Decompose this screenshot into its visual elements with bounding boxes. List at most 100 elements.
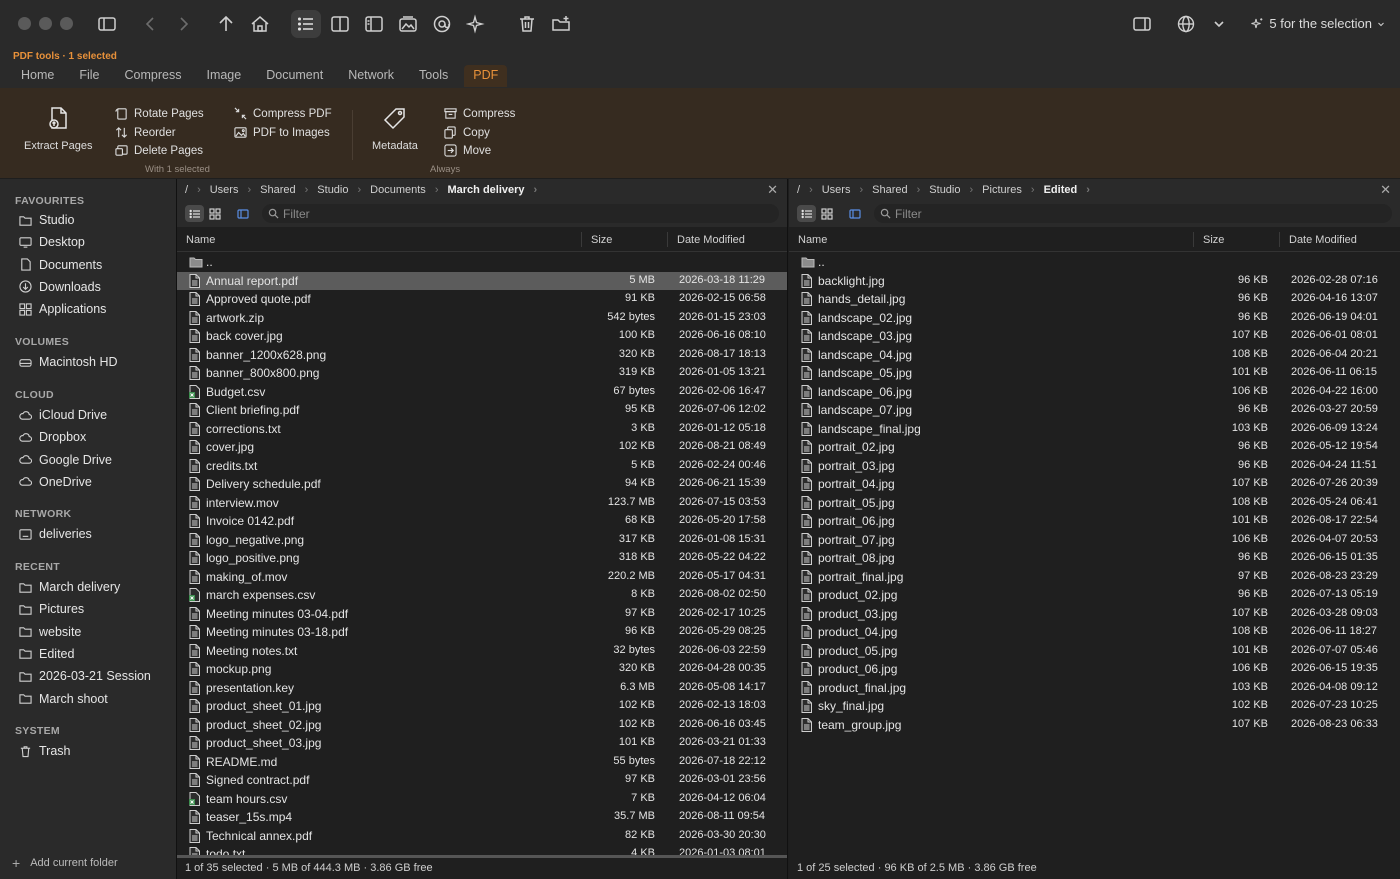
move-button[interactable]: Move (444, 144, 491, 157)
chevron-down-icon[interactable] (1205, 10, 1233, 38)
file-row[interactable]: product_sheet_01.jpg 102 KB 2026-02-13 18:… (177, 697, 787, 716)
breadcrumb-item[interactable]: March delivery › (447, 184, 546, 196)
compress-button[interactable]: Compress (444, 107, 515, 120)
file-row[interactable]: Meeting minutes 03-04.pdf 97 KB 2026-02-17… (177, 605, 787, 624)
sidebar-item-pictures[interactable]: Pictures (19, 602, 84, 616)
file-row[interactable]: banner_1200x628.png 320 KB 2026-08-17 18:1… (177, 346, 787, 365)
file-row[interactable]: interview.mov 123.7 MB 2026-07-15 03:53 (177, 494, 787, 513)
sidebar-item-dropbox[interactable]: Dropbox (19, 430, 86, 444)
file-row[interactable]: Invoice 0142.pdf 68 KB 2026-05-20 17:58 (177, 512, 787, 531)
reorder-button[interactable]: Reorder (115, 126, 176, 139)
breadcrumb-item[interactable]: Edited › (1044, 184, 1099, 196)
file-row[interactable]: landscape_02.jpg 96 KB 2026-06-19 04:01 (789, 309, 1400, 328)
file-row[interactable]: logo_positive.png 318 KB 2026-05-22 04:22 (177, 549, 787, 568)
metadata-button[interactable]: Metadata (372, 106, 418, 152)
grid-view-icon[interactable] (205, 205, 224, 222)
file-row[interactable]: portrait_02.jpg 96 KB 2026-05-12 19:54 (789, 438, 1400, 457)
forward-icon[interactable] (169, 10, 197, 38)
breadcrumb-item[interactable]: Shared › (872, 184, 929, 196)
file-row[interactable]: Technical annex.pdf 82 KB 2026-03-30 20:30 (177, 827, 787, 846)
gallery-icon[interactable] (394, 10, 422, 38)
breadcrumb-item[interactable]: / › (797, 184, 822, 196)
column-size[interactable]: Size (1203, 234, 1224, 246)
sidebar-item-onedrive[interactable]: OneDrive (19, 475, 92, 489)
back-icon[interactable] (137, 10, 165, 38)
sidebar-item-macintosh-hd[interactable]: Macintosh HD (19, 355, 118, 369)
parent-folder-row[interactable]: .. (177, 253, 787, 272)
sidebar-item-icloud-drive[interactable]: iCloud Drive (19, 408, 107, 422)
file-row[interactable]: portrait_08.jpg 96 KB 2026-06-15 01:35 (789, 549, 1400, 568)
file-row[interactable]: portrait_03.jpg 96 KB 2026-04-24 11:51 (789, 457, 1400, 476)
file-row[interactable]: product_03.jpg 107 KB 2026-03-28 09:03 (789, 605, 1400, 624)
column-size[interactable]: Size (591, 234, 612, 246)
inspector-icon[interactable] (1128, 10, 1156, 38)
file-row[interactable]: portrait_06.jpg 101 KB 2026-08-17 22:54 (789, 512, 1400, 531)
close-pane-icon[interactable]: ✕ (767, 182, 778, 198)
filter-input[interactable]: Filter (874, 204, 1392, 223)
sidebar-item-march-delivery[interactable]: March delivery (19, 580, 120, 594)
file-row[interactable]: portrait_07.jpg 106 KB 2026-04-07 20:53 (789, 531, 1400, 550)
rotate-pages-button[interactable]: Rotate Pages (115, 107, 204, 120)
sidebar-item-documents[interactable]: Documents (19, 258, 102, 272)
file-row[interactable]: backlight.jpg 96 KB 2026-02-28 07:16 (789, 272, 1400, 291)
up-arrow-icon[interactable] (212, 10, 240, 38)
home-icon[interactable] (246, 10, 274, 38)
breadcrumb-item[interactable]: Documents › (370, 184, 447, 196)
sidebar-item-edited[interactable]: Edited (19, 647, 74, 661)
file-row[interactable]: sky_final.jpg 102 KB 2026-07-23 10:25 (789, 697, 1400, 716)
file-row[interactable]: product_sheet_03.jpg 101 KB 2026-03-21 01:… (177, 734, 787, 753)
list-view-icon[interactable] (797, 205, 816, 222)
file-row[interactable]: landscape_05.jpg 101 KB 2026-06-11 06:15 (789, 364, 1400, 383)
copy-button[interactable]: Copy (444, 126, 490, 139)
file-row[interactable]: landscape_final.jpg 103 KB 2026-06-09 13:2… (789, 420, 1400, 439)
sidebar-item-march-shoot[interactable]: March shoot (19, 692, 108, 706)
file-row[interactable]: artwork.zip 542 bytes 2026-01-15 23:03 (177, 309, 787, 328)
parent-folder-row[interactable]: .. (789, 253, 1400, 272)
file-row[interactable]: banner_800x800.png 319 KB 2026-01-05 13:21 (177, 364, 787, 383)
sidebar-item-downloads[interactable]: Downloads (19, 280, 101, 294)
globe-icon[interactable] (1172, 10, 1200, 38)
file-row[interactable]: landscape_06.jpg 106 KB 2026-04-22 16:00 (789, 383, 1400, 402)
extract-pages-button[interactable]: Extract Pages (24, 106, 92, 152)
file-row[interactable]: Client briefing.pdf 95 KB 2026-07-06 12:02 (177, 401, 787, 420)
list-view-icon[interactable] (185, 205, 204, 222)
sidebar-item-applications[interactable]: Applications (19, 302, 106, 316)
breadcrumb-item[interactable]: Users › (210, 184, 260, 196)
breadcrumb-item[interactable]: Pictures › (982, 184, 1043, 196)
file-row[interactable]: making_of.mov 220.2 MB 2026-05-17 04:31 (177, 568, 787, 587)
at-icon[interactable] (428, 10, 456, 38)
file-row[interactable]: logo_negative.png 317 KB 2026-01-08 15:31 (177, 531, 787, 550)
breadcrumb-item[interactable]: / › (185, 184, 210, 196)
sidebar-item-desktop[interactable]: Desktop (19, 235, 85, 249)
split-view-icon[interactable] (326, 10, 354, 38)
file-row[interactable]: cover.jpg 102 KB 2026-08-21 08:49 (177, 438, 787, 457)
filter-input[interactable]: Filter (262, 204, 779, 223)
file-row[interactable]: Signed contract.pdf 97 KB 2026-03-01 23:56 (177, 771, 787, 790)
tab-pdf[interactable]: PDF (464, 65, 508, 87)
file-row[interactable]: product_sheet_02.jpg 102 KB 2026-06-16 03:… (177, 716, 787, 735)
file-row[interactable]: portrait_05.jpg 108 KB 2026-05-24 06:41 (789, 494, 1400, 513)
file-row[interactable]: product_05.jpg 101 KB 2026-07-07 05:46 (789, 642, 1400, 661)
file-row[interactable]: Annual report.pdf 5 MB 2026-03-18 11:29 (177, 271, 787, 290)
file-row[interactable]: mockup.png 320 KB 2026-04-28 00:35 (177, 660, 787, 679)
trash-icon[interactable] (513, 10, 541, 38)
file-row[interactable]: hands_detail.jpg 96 KB 2026-04-16 13:07 (789, 290, 1400, 309)
pdf-to-images-button[interactable]: PDF to Images (234, 126, 330, 139)
file-row[interactable]: product_04.jpg 108 KB 2026-06-11 18:27 (789, 623, 1400, 642)
breadcrumb-item[interactable]: Users › (822, 184, 872, 196)
column-date-modified[interactable]: Date Modified (1289, 234, 1357, 246)
selection-actions-button[interactable]: 5 for the selection (1250, 16, 1386, 31)
file-row[interactable]: credits.txt 5 KB 2026-02-24 00:46 (177, 457, 787, 476)
sidebar-item-2026-03-21-session[interactable]: 2026-03-21 Session (19, 669, 151, 683)
close-pane-icon[interactable]: ✕ (1380, 182, 1391, 198)
sidebar-item-google-drive[interactable]: Google Drive (19, 453, 112, 467)
tab-image[interactable]: Image (197, 65, 250, 87)
new-folder-icon[interactable] (547, 10, 575, 38)
file-row[interactable]: presentation.key 6.3 MB 2026-05-08 14:17 (177, 679, 787, 698)
delete-pages-button[interactable]: Delete Pages (115, 144, 203, 157)
breadcrumb-item[interactable]: Shared › (260, 184, 317, 196)
column-date-modified[interactable]: Date Modified (677, 234, 745, 246)
zoom-window-button[interactable] (60, 17, 73, 30)
file-row[interactable]: Meeting minutes 03-18.pdf 96 KB 2026-05-29… (177, 623, 787, 642)
preview-panel-icon[interactable] (845, 205, 864, 222)
